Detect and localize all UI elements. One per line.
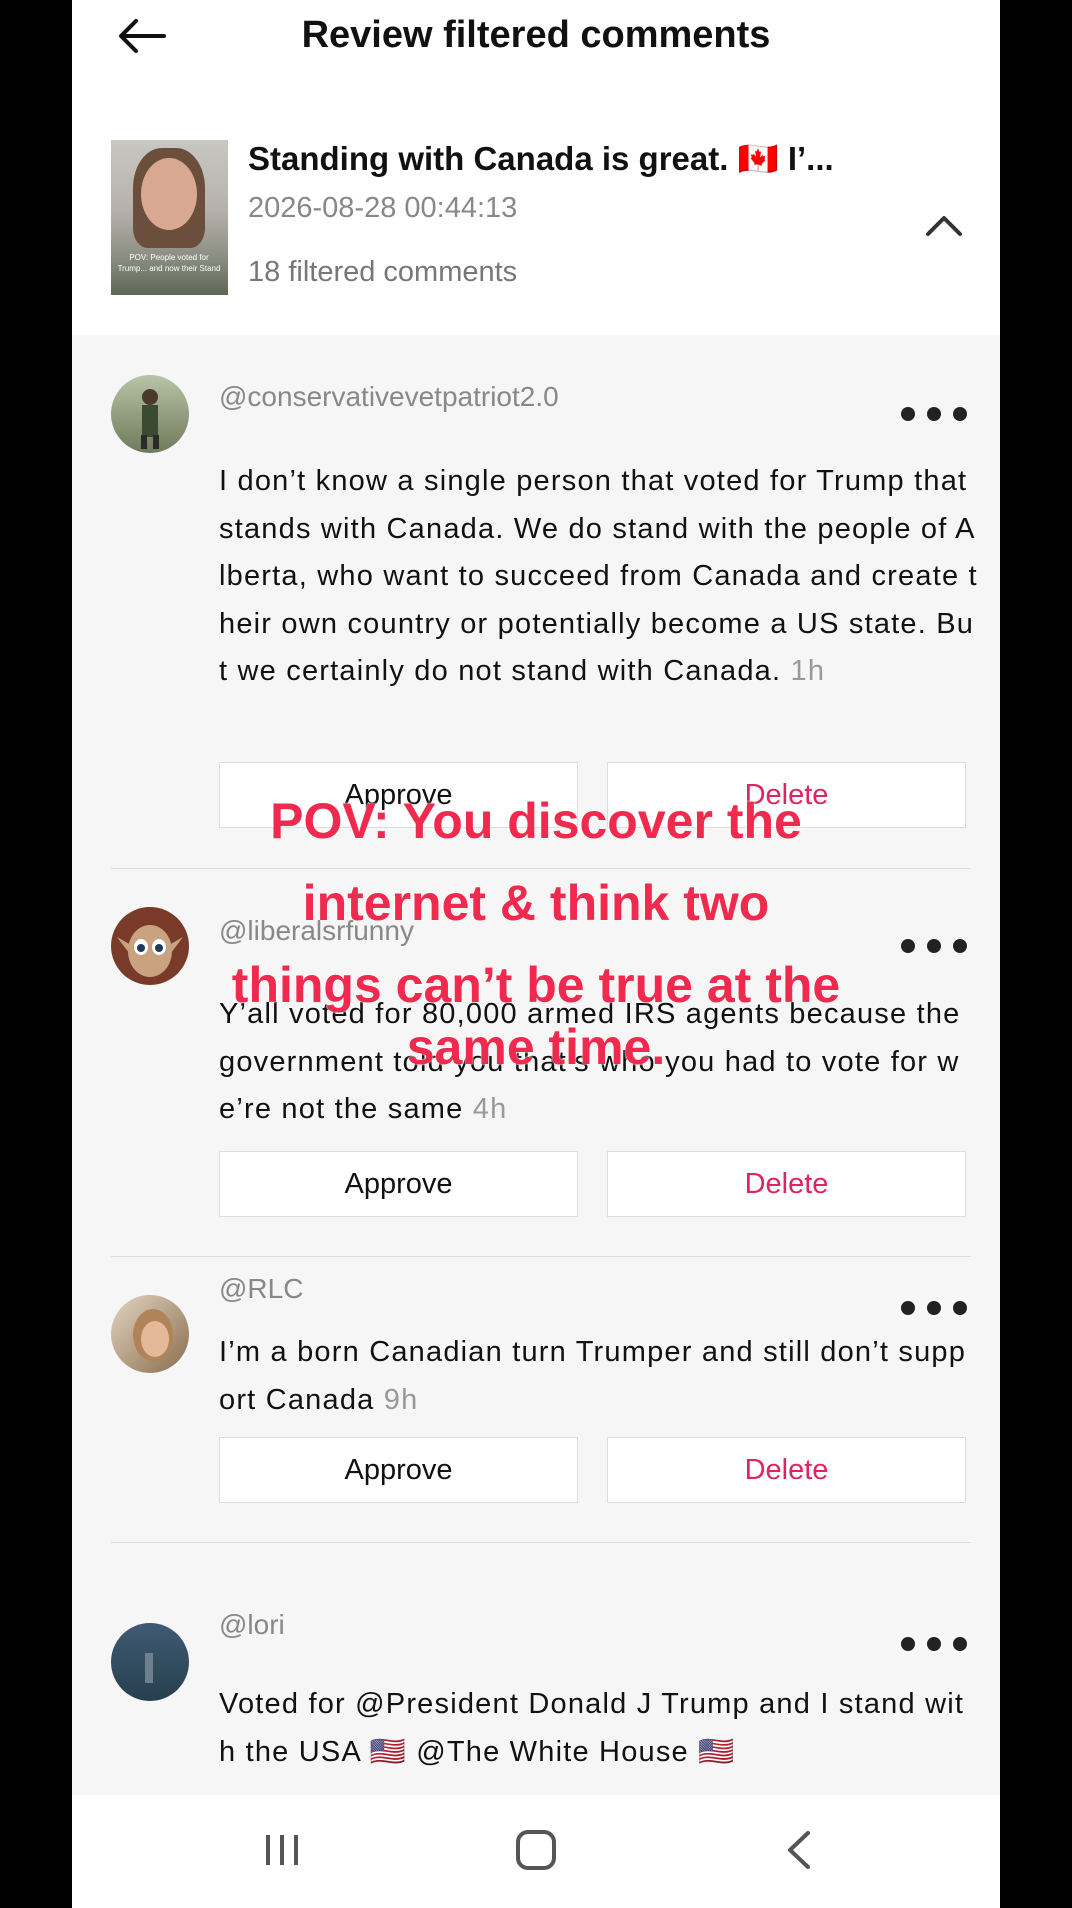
recents-icon[interactable] [252,1825,312,1875]
thumbnail-caption: POV: People voted for Trump... and now t… [117,253,221,273]
avatar[interactable] [111,375,189,453]
home-icon[interactable] [506,1825,566,1875]
avatar[interactable] [111,1295,189,1373]
approve-button[interactable]: Approve [219,762,578,828]
comment-text: I’m a born Canadian turn Trumper and sti… [219,1336,967,1416]
comment-username[interactable]: @RLC [219,1273,303,1305]
nav-back-icon[interactable] [770,1825,830,1875]
more-options-icon[interactable] [894,935,974,957]
comment-username[interactable]: @conservativevetpatriot2.0 [219,381,559,413]
comment-text: Voted for @President Donald J Trump and … [219,1688,965,1768]
chevron-up-icon[interactable] [922,206,966,242]
divider [111,868,971,869]
comment-text: Y’all voted for 80,000 armed IRS agents … [219,998,961,1125]
comment-time: 9h [383,1383,419,1416]
post-thumbnail[interactable]: POV: People voted for Trump... and now t… [111,140,228,295]
approve-button[interactable]: Approve [219,1151,578,1217]
post-title: Standing with Canada is great. 🇨🇦 I’... [248,140,834,177]
screen: Review filtered comments POV: People vot… [72,0,1000,1908]
divider [111,1256,971,1257]
system-nav-bar [72,1795,1000,1908]
post-summary[interactable]: POV: People voted for Trump... and now t… [72,110,1000,335]
header: Review filtered comments [72,0,1000,72]
comment-text: I don’t know a single person that voted … [219,465,978,687]
page-title: Review filtered comments [301,14,771,56]
delete-button[interactable]: Delete [607,1151,966,1217]
comment-time: 4h [472,1093,508,1125]
post-date: 2026-08-28 00:44:13 [248,192,518,224]
comment-username[interactable]: @lori [219,1609,285,1641]
more-options-icon[interactable] [894,1633,974,1655]
delete-button[interactable]: Delete [607,762,966,828]
filtered-count: 18 filtered comments [248,256,518,288]
avatar[interactable] [111,907,189,985]
divider [111,1542,971,1543]
comment-list[interactable]: @conservativevetpatriot2.0 I don’t know … [72,335,1000,1795]
more-options-icon[interactable] [894,403,974,425]
more-options-icon[interactable] [894,1297,974,1319]
approve-button[interactable]: Approve [219,1437,578,1503]
delete-button[interactable]: Delete [607,1437,966,1503]
comment-username[interactable]: @liberalsrfunny [219,915,414,947]
comment-time: 1h [790,655,826,687]
avatar[interactable] [111,1623,189,1701]
